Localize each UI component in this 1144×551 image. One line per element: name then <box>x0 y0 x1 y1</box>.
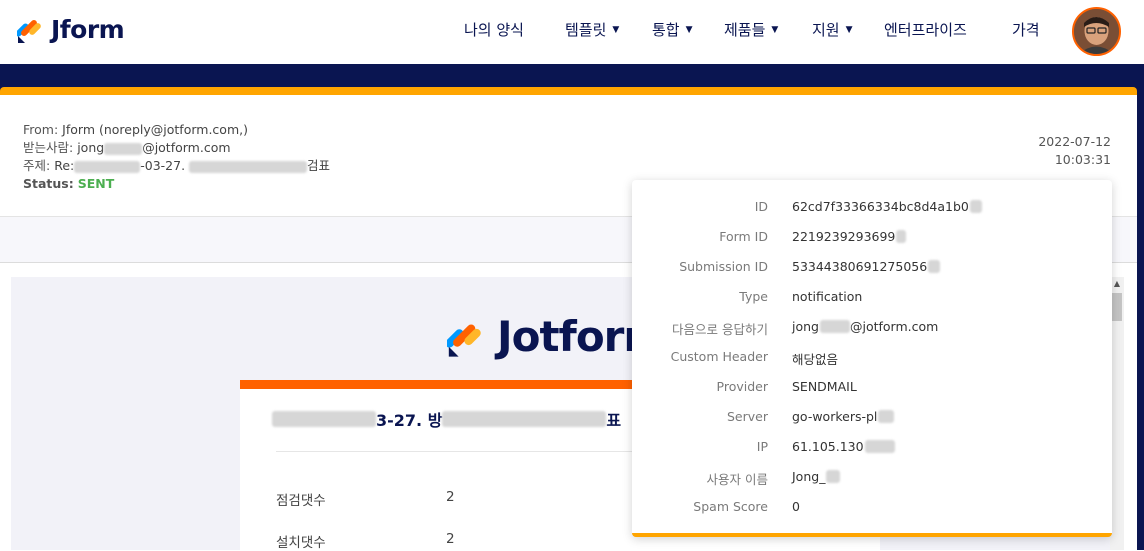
detail-value: 62cd7f33366334bc8d4a1b0 <box>792 199 982 214</box>
from-value: Jform (noreply@jotform.com,) <box>62 122 248 137</box>
detail-label: ID <box>754 199 768 214</box>
nav-templates[interactable]: 템플릿 ▼ <box>565 19 619 40</box>
detail-label: Provider <box>716 379 768 394</box>
status-label: Status: <box>23 176 74 191</box>
status-line: Status: SENT <box>23 175 330 193</box>
detail-value-suffix: @jotform.com <box>849 319 939 334</box>
chevron-down-icon: ▼ <box>845 24 853 35</box>
to-line: 받는사람: jong @jotform.com <box>23 139 330 157</box>
email-details-popover: ID 62cd7f33366334bc8d4a1b0 Form ID 22192… <box>632 180 1112 537</box>
detail-value: 53344380691275056 <box>792 259 941 274</box>
redacted-text <box>104 142 143 155</box>
form-title-end: 표 <box>606 411 622 430</box>
detail-value: 2219239293699 <box>792 229 907 244</box>
email-timestamp: 2022-07-12 10:03:31 <box>1038 133 1111 169</box>
from-label: From: <box>23 122 59 137</box>
subject-suffix: 검표 <box>307 158 331 173</box>
detail-label: Custom Header <box>670 349 768 364</box>
chevron-down-icon: ▼ <box>771 24 779 35</box>
detail-value-text: go-workers-pl <box>792 409 878 424</box>
redacted-text <box>826 470 841 483</box>
detail-value-text: 61.105.130 <box>792 439 864 454</box>
redacted-text <box>969 200 982 213</box>
detail-label: 사용자 이름 <box>706 472 768 487</box>
nav-products[interactable]: 제품들 ▼ <box>724 19 778 40</box>
subject-prefix: Re: <box>54 158 75 173</box>
detail-label: Spam Score <box>693 499 768 514</box>
from-line: From: Jform (noreply@jotform.com,) <box>23 121 330 139</box>
subject-mid: -03-27. <box>140 158 186 173</box>
nav-support[interactable]: 지원 ▼ <box>812 19 853 40</box>
redacted-text <box>878 410 895 423</box>
nav-label: 나의 양식 <box>464 21 524 39</box>
field-value: 2 <box>446 489 455 505</box>
detail-value: SENDMAIL <box>792 379 857 394</box>
redacted-text <box>819 320 850 333</box>
detail-label: Server <box>727 409 768 424</box>
user-avatar-image <box>1074 9 1119 54</box>
detail-value: 61.105.130 <box>792 439 895 454</box>
redacted-text <box>442 411 607 427</box>
detail-label: 다음으로 응답하기 <box>672 322 768 337</box>
jotform-logo-icon <box>447 323 481 357</box>
detail-value: 0 <box>792 499 800 514</box>
detail-label: Type <box>739 289 768 304</box>
jform-logo-icon <box>17 20 41 43</box>
detail-value-text: jong <box>792 319 819 334</box>
subject-line: 주제: Re: -03-27. 검표 <box>23 157 330 175</box>
nav-label: 제품들 <box>724 21 766 39</box>
nav-label: 지원 <box>812 21 840 39</box>
detail-value-text: 2219239293699 <box>792 229 896 244</box>
jform-logo[interactable]: Jform <box>17 14 125 44</box>
nav-label: 가격 <box>1012 21 1040 39</box>
scrollbar-thumb[interactable] <box>1112 293 1122 321</box>
detail-label: Submission ID <box>679 259 768 274</box>
nav-label: 템플릿 <box>565 21 607 39</box>
redacted-text <box>896 230 907 243</box>
detail-label: Form ID <box>719 229 768 244</box>
to-prefix: jong <box>77 140 105 155</box>
nav-label: 엔터프라이즈 <box>884 21 967 39</box>
to-suffix: @jotform.com <box>142 140 231 155</box>
detail-label: IP <box>756 439 768 454</box>
logo-text: Jform <box>51 14 125 44</box>
detail-value-text: 53344380691275056 <box>792 259 928 274</box>
nav-label: 통합 <box>652 21 680 39</box>
user-avatar[interactable] <box>1072 7 1121 56</box>
email-date: 2022-07-12 <box>1038 134 1111 149</box>
detail-value: notification <box>792 289 863 304</box>
redacted-text <box>189 160 308 173</box>
subject-label: 주제: <box>23 158 51 173</box>
chevron-down-icon: ▼ <box>612 24 620 35</box>
redacted-text <box>74 160 141 173</box>
redacted-text <box>928 260 941 273</box>
field-value: 2 <box>446 531 455 547</box>
top-navigation-bar: Jform 나의 양식 템플릿 ▼ 통합 ▼ 제품들 ▼ 지원 ▼ 엔터프라이즈 가격 <box>0 0 1144 64</box>
form-title: 3-27. 방 표 <box>272 407 621 431</box>
to-label: 받는사람: <box>23 140 74 155</box>
detail-value: jong @jotform.com <box>792 319 938 334</box>
email-meta: From: Jform (noreply@jotform.com,) 받는사람:… <box>23 121 330 193</box>
nav-pricing[interactable]: 가격 <box>1012 19 1040 40</box>
email-time: 10:03:31 <box>1054 152 1111 167</box>
detail-value: go-workers-pl <box>792 409 895 424</box>
detail-value-text: 62cd7f33366334bc8d4a1b0 <box>792 199 969 214</box>
nav-integrations[interactable]: 통합 ▼ <box>652 19 693 40</box>
nav-enterprise[interactable]: 엔터프라이즈 <box>884 19 967 40</box>
detail-value-text: Jong_ <box>792 469 826 484</box>
chevron-down-icon: ▼ <box>685 24 693 35</box>
form-title-visible: 3-27. 방 <box>376 411 443 430</box>
redacted-text <box>864 440 895 453</box>
scroll-up-arrow-icon[interactable]: ▲ <box>1112 279 1122 289</box>
field-label: 점검댓수 <box>276 493 326 509</box>
detail-value: Jong_ <box>792 469 841 484</box>
field-label: 설치댓수 <box>276 535 326 551</box>
redacted-text <box>272 411 376 427</box>
status-badge: SENT <box>77 176 115 191</box>
nav-my-forms[interactable]: 나의 양식 <box>464 19 524 40</box>
detail-value: 해당없음 <box>792 352 839 367</box>
divider <box>276 451 656 452</box>
